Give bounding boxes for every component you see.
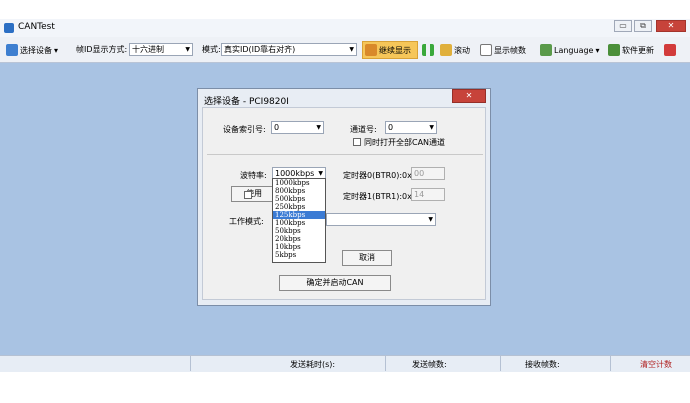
- language-icon: [540, 44, 552, 56]
- chevron-down-icon: ▾: [54, 45, 59, 55]
- chevron-down-icon: ▼: [349, 46, 354, 53]
- window-title: CANTest: [18, 22, 55, 32]
- baud-option[interactable]: 125kbps: [273, 211, 325, 219]
- frame-id-format-label: 帧ID显示方式:: [76, 45, 128, 54]
- use-custom-checkbox[interactable]: [244, 191, 252, 199]
- app-icon: [4, 23, 14, 33]
- status-divider: [385, 356, 386, 371]
- confirm-start-can-button[interactable]: 确定并启动CAN: [279, 275, 391, 291]
- chevron-down-icon: ▾: [595, 45, 600, 55]
- baud-option[interactable]: 20kbps: [273, 235, 325, 243]
- baud-option[interactable]: 5kbps: [273, 251, 325, 259]
- baud-option[interactable]: 50kbps: [273, 227, 325, 235]
- minimize-button[interactable]: ▭: [614, 20, 632, 32]
- cancel-button[interactable]: 取消: [342, 250, 392, 266]
- mode-select[interactable]: 真实ID(ID靠右对齐) ▼: [221, 43, 357, 56]
- chevron-down-icon: ▼: [429, 124, 434, 131]
- language-button[interactable]: Language ▾: [540, 44, 600, 56]
- select-device-button[interactable]: 选择设备 ▾: [6, 44, 58, 56]
- maximize-button[interactable]: ⧉: [634, 20, 652, 32]
- arrow-icon: [365, 44, 377, 56]
- frame-id-format-select[interactable]: 十六进制 ▼: [129, 43, 193, 56]
- show-frames-button[interactable]: 显示帧数: [480, 44, 526, 56]
- scroll-icon: [440, 44, 452, 56]
- status-bar: [0, 355, 690, 372]
- work-mode-label: 工作模式:: [229, 217, 264, 226]
- close-window-button[interactable]: ✕: [656, 20, 686, 32]
- timer0-label: 定时器0(BTR0):0x: [343, 171, 412, 180]
- pause-button[interactable]: [422, 44, 434, 56]
- clear-count-button[interactable]: 清空计数: [640, 359, 672, 370]
- work-mode-select[interactable]: ▼: [326, 213, 436, 226]
- update-icon: [608, 44, 620, 56]
- document-icon: [480, 44, 492, 56]
- baud-option[interactable]: 10kbps: [273, 243, 325, 251]
- chevron-down-icon: ▼: [316, 124, 321, 131]
- divider: [207, 154, 483, 155]
- use-custom-button[interactable]: 使用: [231, 186, 275, 202]
- device-icon: [6, 44, 18, 56]
- open-all-channels-label: 同时打开全部CAN通道: [364, 138, 446, 147]
- baud-option[interactable]: 1000kbps: [273, 179, 325, 187]
- device-index-label: 设备索引号:: [223, 125, 266, 134]
- continue-display-button[interactable]: 继续显示: [365, 44, 411, 56]
- title-bar: [0, 19, 690, 37]
- channel-label: 通道号:: [350, 125, 377, 134]
- timer0-field[interactable]: 00: [411, 167, 445, 180]
- send-frames-label: 发送帧数:: [412, 360, 447, 369]
- baud-label: 波特率:: [240, 171, 267, 180]
- software-update-button[interactable]: 软件更新: [608, 44, 654, 56]
- help-button[interactable]: [664, 44, 676, 56]
- device-index-select[interactable]: 0 ▼: [271, 121, 324, 134]
- baud-option[interactable]: 100kbps: [273, 219, 325, 227]
- scroll-button[interactable]: 滚动: [440, 44, 470, 56]
- baud-option[interactable]: 800kbps: [273, 187, 325, 195]
- recv-frames-label: 接收帧数:: [525, 360, 560, 369]
- send-time-label: 发送耗时(s):: [290, 360, 336, 369]
- chevron-down-icon: ▼: [185, 46, 190, 53]
- open-all-channels-checkbox[interactable]: [353, 138, 361, 146]
- chevron-down-icon: ▼: [428, 216, 433, 223]
- status-divider: [500, 356, 501, 371]
- baud-option[interactable]: 500kbps: [273, 195, 325, 203]
- baud-dropdown-list: 1000kbps 800kbps 500kbps 250kbps 125kbps 100k…: [272, 178, 326, 263]
- baud-option[interactable]: 250kbps: [273, 203, 325, 211]
- status-divider: [190, 356, 191, 371]
- dialog-body: [202, 107, 486, 300]
- pause-icon: [422, 44, 434, 56]
- mode-label: 模式:: [202, 45, 221, 54]
- channel-select[interactable]: 0 ▼: [385, 121, 437, 134]
- timer1-field[interactable]: 14: [411, 188, 445, 201]
- dialog-close-button[interactable]: ✕: [452, 89, 486, 103]
- status-divider: [610, 356, 611, 371]
- timer1-label: 定时器1(BTR1):0x: [343, 192, 412, 201]
- dialog-title: 选择设备 - PCI9820I: [204, 97, 289, 107]
- help-icon: [664, 44, 676, 56]
